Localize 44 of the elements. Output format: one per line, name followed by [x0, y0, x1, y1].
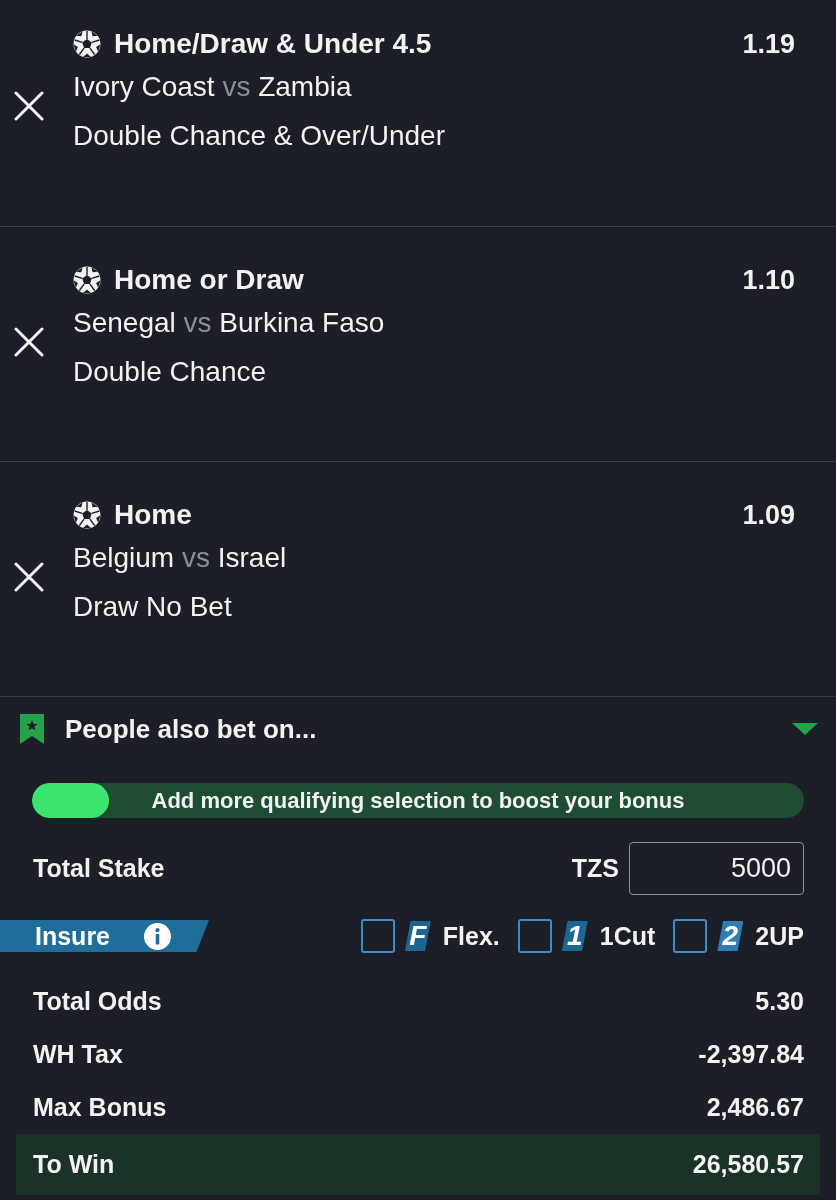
option-label[interactable]: Flex.	[442, 921, 500, 951]
summary-label: Max Bonus	[33, 1093, 167, 1122]
selection-name: Home or Draw	[114, 263, 304, 297]
summary-value: -2,397.84	[698, 1040, 804, 1069]
market-name: Double Chance & Over/Under	[73, 119, 446, 153]
option-checkbox[interactable]	[360, 919, 395, 953]
option-label[interactable]: 2UP	[755, 921, 804, 951]
insure-button[interactable]: Insure	[0, 920, 209, 952]
option-logo: 2	[717, 921, 744, 951]
market-name: Draw No Bet	[73, 590, 233, 624]
currency-label: TZS	[571, 854, 619, 883]
option-logo: F	[404, 921, 431, 951]
section-title: People also bet on...	[65, 713, 318, 745]
match-teams: Ivory Coast vs Zambia	[73, 70, 353, 104]
remove-icon[interactable]	[14, 91, 44, 121]
selection-name: Home	[114, 498, 192, 532]
bookmark-star-icon	[20, 714, 44, 744]
selection-name: Home/Draw & Under 4.5	[114, 27, 432, 61]
caret-icon[interactable]	[792, 723, 818, 735]
soccer-ball-icon	[73, 266, 101, 294]
stake-input[interactable]: 5000	[629, 842, 804, 895]
to-win-label: To Win	[33, 1150, 115, 1179]
odds-value: 1.10	[742, 264, 795, 297]
match-teams: Belgium vs Israel	[73, 541, 288, 575]
soccer-ball-icon	[73, 30, 101, 58]
odds-value: 1.19	[742, 28, 795, 61]
summary-label: Total Odds	[33, 987, 162, 1016]
stake-label: Total Stake	[33, 854, 166, 883]
to-win-value: 26,580.57	[692, 1150, 804, 1179]
summary-label: WH Tax	[33, 1040, 123, 1069]
option-checkbox[interactable]	[673, 919, 708, 953]
bonus-message: Add more qualifying selection to boost your bonus	[151, 787, 685, 814]
info-icon[interactable]	[144, 922, 172, 950]
soccer-ball-icon	[73, 501, 101, 529]
match-teams: Senegal vs Burkina Faso	[73, 306, 386, 340]
market-name: Double Chance	[73, 355, 268, 389]
summary-value: 2,486.67	[706, 1093, 804, 1122]
remove-icon[interactable]	[14, 562, 44, 592]
option-checkbox[interactable]	[517, 919, 552, 953]
option-label[interactable]: 1Cut	[599, 921, 656, 951]
odds-value: 1.09	[742, 499, 795, 532]
remove-icon[interactable]	[14, 327, 44, 357]
option-logo: 1	[561, 921, 588, 951]
summary-value: 5.30	[755, 987, 804, 1016]
